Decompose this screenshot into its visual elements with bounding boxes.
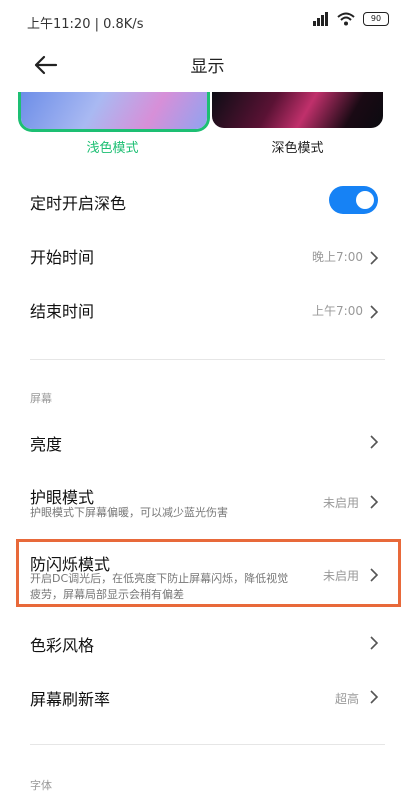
toggle-knob bbox=[356, 191, 374, 209]
battery-icon: 90 bbox=[363, 12, 389, 26]
eye-mode-row[interactable]: 护眼模式 护眼模式下屏幕偏暖，可以减少蓝光伤害 未启用 bbox=[0, 478, 415, 526]
refresh-rate-row[interactable]: 屏幕刷新率 超高 bbox=[0, 676, 415, 716]
chevron-right-icon bbox=[370, 251, 379, 265]
chevron-right-icon bbox=[370, 305, 379, 319]
chevron-right-icon bbox=[370, 435, 379, 449]
chevron-right-icon bbox=[370, 690, 379, 704]
highlight-box bbox=[16, 539, 401, 607]
divider bbox=[30, 359, 385, 360]
divider bbox=[30, 744, 385, 745]
start-time-label: 开始时间 bbox=[30, 248, 95, 267]
scheduled-dark-label: 定时开启深色 bbox=[30, 194, 127, 213]
light-theme-label: 浅色模式 bbox=[86, 141, 139, 156]
section-title-font: 字体 bbox=[30, 779, 52, 792]
end-time-value: 上午7:00 bbox=[312, 304, 363, 318]
light-theme-preview bbox=[21, 92, 207, 129]
end-time-row[interactable]: 结束时间 上午7:00 bbox=[0, 288, 415, 328]
status-time-network: 上午11:20 | 0.8K/s bbox=[27, 17, 144, 32]
end-time-label: 结束时间 bbox=[30, 302, 95, 321]
status-bar: 上午11:20 | 0.8K/s 90 bbox=[0, 0, 415, 42]
refresh-rate-label: 屏幕刷新率 bbox=[30, 690, 111, 709]
color-style-label: 色彩风格 bbox=[30, 636, 95, 655]
brightness-row[interactable]: 亮度 bbox=[0, 421, 415, 461]
wifi-icon bbox=[337, 12, 355, 26]
chevron-right-icon bbox=[370, 636, 379, 650]
signal-icon bbox=[313, 12, 328, 26]
refresh-rate-value: 超高 bbox=[334, 692, 359, 706]
color-style-row[interactable]: 色彩风格 bbox=[0, 622, 415, 662]
start-time-row[interactable]: 开始时间 晚上7:00 bbox=[0, 234, 415, 274]
light-theme-card[interactable] bbox=[18, 92, 210, 132]
page-title: 显示 bbox=[190, 57, 225, 77]
brightness-label: 亮度 bbox=[30, 435, 63, 454]
chevron-right-icon bbox=[370, 495, 379, 509]
header: 显示 bbox=[0, 42, 415, 88]
section-title-screen: 屏幕 bbox=[30, 392, 52, 405]
eye-mode-status: 未启用 bbox=[322, 496, 359, 510]
scheduled-dark-toggle[interactable] bbox=[329, 186, 378, 214]
dark-theme-label: 深色模式 bbox=[271, 141, 324, 156]
start-time-value: 晚上7:00 bbox=[312, 250, 363, 264]
dark-theme-card[interactable] bbox=[212, 92, 383, 128]
status-icons: 90 bbox=[313, 12, 389, 26]
eye-mode-description: 护眼模式下屏幕偏暖，可以减少蓝光伤害 bbox=[30, 506, 228, 519]
